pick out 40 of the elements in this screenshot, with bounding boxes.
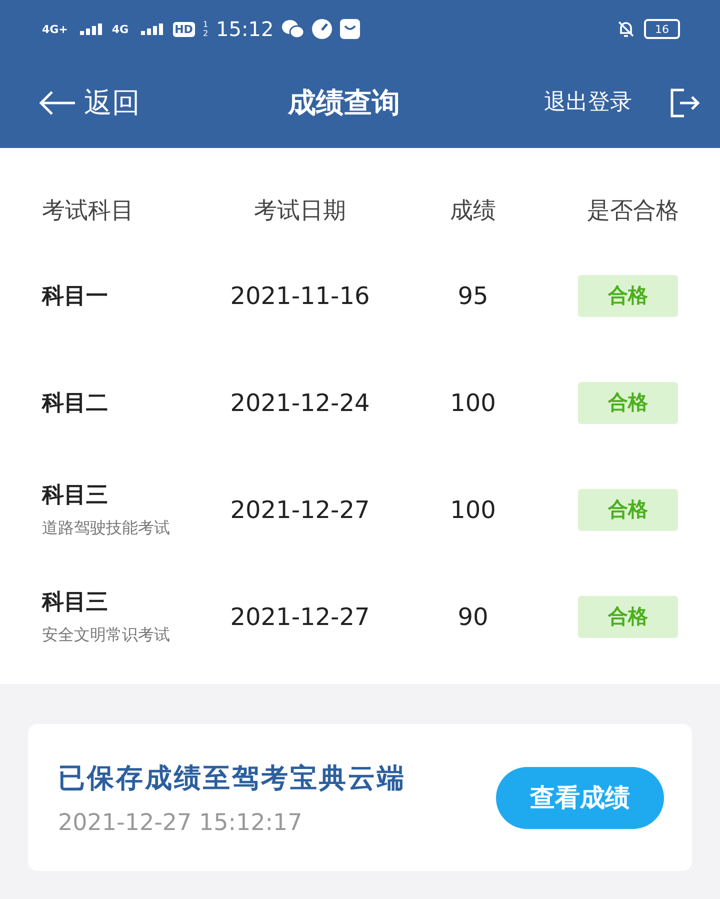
column-header: 考试科目	[41, 196, 135, 226]
score: 100	[449, 388, 497, 416]
network-label: 4G	[112, 24, 129, 34]
subject-name: 科目三	[42, 482, 109, 510]
result-tag: 合格	[578, 382, 678, 424]
saved-message: 已保存成绩至驾考宝典云端	[58, 762, 407, 796]
clock: 15:12	[216, 17, 274, 41]
network-label: 4G+	[42, 24, 68, 34]
result-tag: 合格	[578, 274, 678, 316]
subject-name: 科目二	[42, 390, 109, 418]
column-header: 成绩	[449, 196, 497, 226]
gauge-icon	[312, 19, 332, 39]
result-tag: 合格	[578, 596, 678, 638]
score: 90	[456, 602, 490, 630]
column-header: 考试日期	[253, 196, 347, 226]
sim-slot-label: 2	[202, 29, 208, 38]
back-button[interactable]: 返回	[38, 84, 288, 122]
logout-button[interactable]: 退出登录	[544, 83, 642, 123]
battery-icon: 16	[644, 19, 680, 39]
chat-icon	[282, 19, 304, 39]
exam-date: 2021-12-24	[229, 388, 371, 416]
page-title: 成绩查询	[288, 85, 401, 121]
logout-icon[interactable]	[670, 88, 700, 118]
back-arrow-icon	[38, 90, 76, 116]
hd-label: HD	[172, 22, 195, 36]
score: 100	[449, 496, 497, 524]
saved-time: 2021-12-27 15:12:17	[58, 810, 304, 836]
subject-note: 道路驾驶技能考试	[42, 518, 171, 539]
subject-name: 科目三	[42, 589, 109, 617]
result-tag: 合格	[578, 488, 678, 530]
bag-icon	[340, 19, 360, 39]
exam-date: 2021-11-16	[229, 282, 371, 310]
sim-slot-label: 1	[202, 20, 208, 29]
exam-date: 2021-12-27	[229, 602, 371, 630]
exam-date: 2021-12-27	[229, 496, 371, 524]
column-header: 是否合格	[586, 196, 680, 226]
subject-note: 安全文明常识考试	[42, 625, 171, 646]
bell-off-icon	[616, 19, 636, 39]
score: 95	[456, 282, 490, 310]
subject-name: 科目一	[42, 282, 109, 310]
